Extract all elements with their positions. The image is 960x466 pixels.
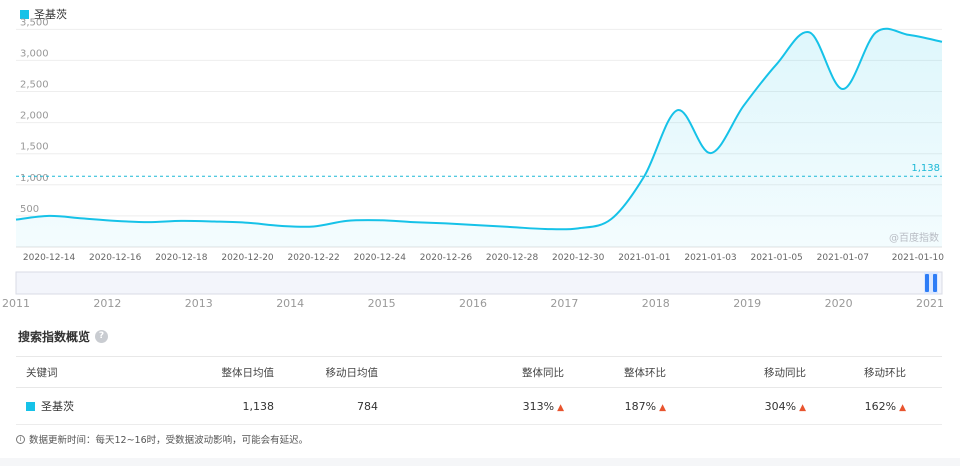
arrow-up-icon: ▲ (659, 402, 666, 413)
table-row: 圣基茨 1,138 784 313% ▲ 187% ▲ 304% ▲ 162% ▲ (16, 387, 942, 425)
x-tick-label: 2021-01-07 (817, 253, 869, 263)
header-mobile-avg: 移动日均值 (276, 356, 380, 388)
footnote-text: 数据更新时间：每天12~16时，受数据波动影响，可能会有延迟。 (29, 435, 309, 446)
cell-mobile-avg: 784 (276, 387, 380, 425)
timeline-year-label: 2014 (276, 297, 305, 310)
y-tick-label: 2,500 (20, 80, 49, 91)
x-tick-label: 2020-12-14 (23, 253, 76, 263)
overall-mom-value: 187% (624, 399, 657, 413)
timeline-handle-right[interactable] (933, 274, 937, 292)
timeline-years: 2011 2012 2013 2014 2015 2016 2017 2018 2019 2020… (0, 297, 960, 311)
arrow-up-icon: ▲ (799, 402, 806, 413)
arrow-up-icon: ▲ (557, 402, 564, 413)
x-tick-label: 2020-12-16 (89, 253, 142, 263)
x-tick-label: 2020-12-18 (155, 253, 208, 263)
trend-chart[interactable]: 500 1,000 1,500 2,000 2,500 3,000 3,500 1,138 20… (0, 0, 960, 300)
timeline-year-label: 2015 (367, 297, 396, 310)
help-icon[interactable]: ? (95, 330, 109, 343)
timeline-year-label: 2020 (824, 297, 853, 310)
cell-mobile-yoy: 304% ▲ (668, 387, 808, 425)
header-spacer (908, 356, 942, 388)
x-tick-label: 2020-12-30 (552, 253, 605, 263)
timeline-year-label: 2013 (184, 297, 213, 310)
header-keyword: 关键词 (16, 356, 146, 388)
cell-keyword[interactable]: 圣基茨 (16, 387, 146, 425)
x-tick-label: 2020-12-28 (486, 253, 539, 263)
summary-table: 关键词 整体日均值 移动日均值 整体同比 整体环比 移动同比 移动环比 圣基茨 … (16, 356, 942, 425)
summary-header-row: 关键词 整体日均值 移动日均值 整体同比 整体环比 移动同比 移动环比 (16, 356, 942, 388)
watermark: @百度指数 (889, 233, 939, 244)
header-mobile-mom: 移动环比 (808, 356, 908, 388)
header-overall-avg: 整体日均值 (146, 356, 276, 388)
header-overall-yoy: 整体同比 (380, 356, 566, 388)
summary-title-text: 搜索指数概览 (18, 330, 91, 344)
x-tick-label: 2021-01-10 (892, 253, 945, 263)
average-line-label: 1,138 (911, 163, 940, 174)
timeline-year-label: 2012 (93, 297, 122, 310)
timeline-year-label: 2019 (733, 297, 762, 310)
x-tick-label: 2020-12-26 (420, 253, 473, 263)
timeline-year-label: 2021 (916, 297, 944, 310)
timeline-year-label: 2011 (2, 297, 30, 310)
cell-overall-avg: 1,138 (146, 387, 276, 425)
arrow-up-icon: ▲ (899, 402, 906, 413)
timeline-handle-left[interactable] (925, 274, 929, 292)
y-tick-label: 2,000 (20, 111, 49, 122)
header-mobile-yoy: 移动同比 (668, 356, 808, 388)
timeline-year-label: 2018 (641, 297, 670, 310)
y-tick-label: 1,000 (20, 173, 49, 184)
mobile-mom-value: 162% (864, 399, 897, 413)
x-tick-label: 2021-01-05 (750, 253, 802, 263)
timeline-year-label: 2016 (459, 297, 487, 310)
cell-mobile-mom: 162% ▲ (808, 387, 908, 425)
x-tick-label: 2021-01-01 (618, 253, 670, 263)
keyword-label: 圣基茨 (41, 400, 74, 413)
overall-yoy-value: 313% (522, 399, 555, 413)
y-tick-label: 3,000 (20, 48, 49, 59)
x-tick-label: 2020-12-24 (354, 253, 407, 263)
x-tick-label: 2020-12-22 (287, 253, 339, 263)
y-tick-label: 500 (20, 204, 39, 215)
timeline-year-label: 2017 (550, 297, 579, 310)
baidu-index-panel: 圣基茨 500 1,000 1,500 2,000 2,500 3,000 3,500 1,1… (0, 0, 960, 458)
x-tick-label: 2020-12-20 (221, 253, 274, 263)
summary-title: 搜索指数概览 ? (18, 328, 109, 345)
series-area (16, 28, 942, 248)
header-overall-mom: 整体环比 (566, 356, 668, 388)
timeline-track (15, 271, 943, 295)
cell-overall-yoy: 313% ▲ (380, 387, 566, 425)
mobile-yoy-value: 304% (764, 399, 797, 413)
update-footnote: i 数据更新时间：每天12~16时，受数据波动影响，可能会有延迟。 (16, 432, 308, 446)
keyword-swatch (26, 401, 35, 411)
cell-overall-mom: 187% ▲ (566, 387, 668, 425)
y-tick-label: 1,500 (20, 142, 49, 153)
y-tick-label: 3,500 (20, 17, 49, 28)
cell-spacer (908, 387, 942, 425)
info-icon: i (16, 434, 25, 444)
x-tick-label: 2021-01-03 (684, 253, 736, 263)
